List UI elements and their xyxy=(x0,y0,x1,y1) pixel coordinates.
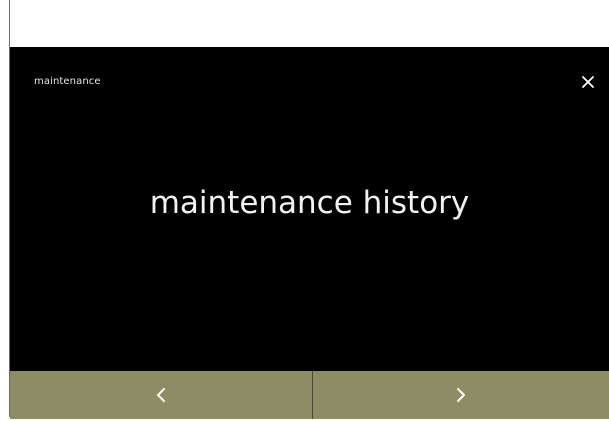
next-button[interactable] xyxy=(313,371,609,419)
close-button[interactable] xyxy=(575,69,601,95)
page: maintenance maintenance history xyxy=(0,0,609,421)
device-screen: maintenance maintenance history xyxy=(10,47,609,419)
screen-title: maintenance xyxy=(34,76,101,87)
close-icon xyxy=(582,76,594,88)
main-heading: maintenance history xyxy=(149,185,470,221)
previous-button[interactable] xyxy=(10,371,312,419)
navigation-bar xyxy=(10,371,609,419)
chevron-left-icon xyxy=(157,388,165,402)
chevron-right-icon xyxy=(457,388,465,402)
